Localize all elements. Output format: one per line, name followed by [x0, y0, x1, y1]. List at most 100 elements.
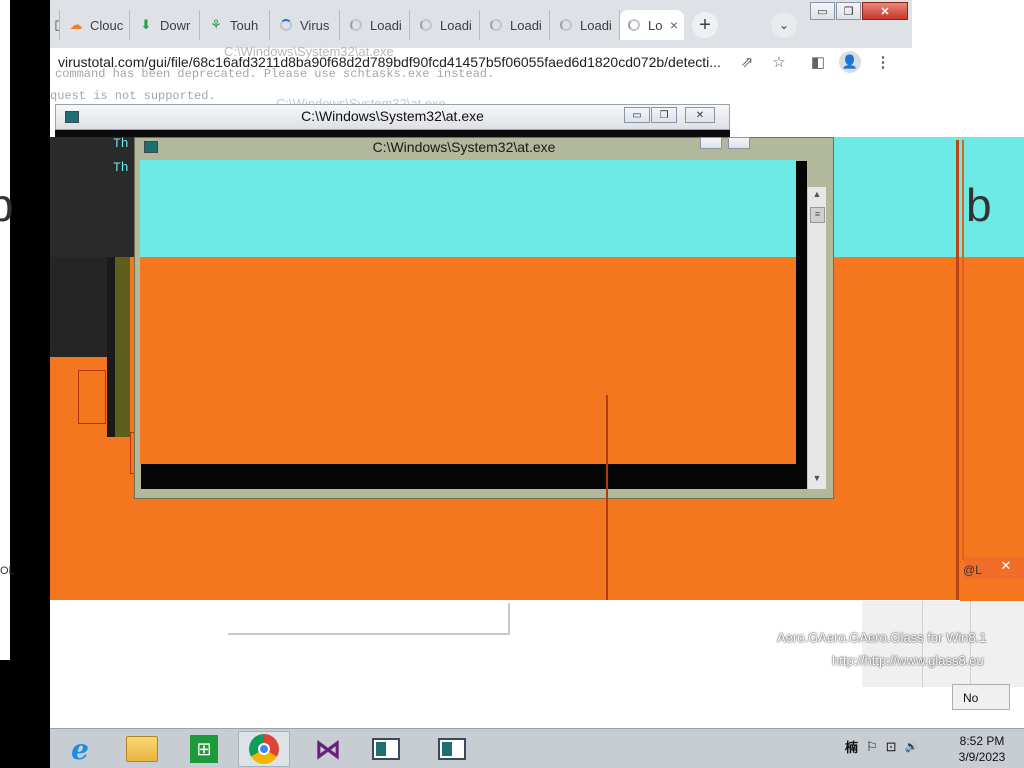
close-button[interactable]: ✕ [862, 2, 908, 20]
loading-spinner-icon [626, 17, 642, 33]
taskbar-console-window-1[interactable] [360, 731, 412, 767]
aero-glass-url: http://http://www.glass8.eu [832, 653, 984, 668]
system-tray: 楠 ⚐ ⊡ 🔊 [845, 737, 918, 756]
tab-label: Loadi [510, 17, 542, 33]
taskbar-internet-explorer[interactable]: e [54, 731, 106, 767]
left-partial-label: OL [0, 565, 15, 577]
store-icon: ⊞ [190, 735, 218, 763]
clock-time: 8:52 PM [959, 734, 1005, 748]
left-edge-background [0, 0, 10, 660]
close-icon[interactable]: ✕ [994, 558, 1018, 576]
scroll-down-arrow-icon[interactable]: ▼ [808, 473, 826, 487]
glitch-cyan-band [140, 160, 796, 257]
cloudflare-icon: ☁ [69, 17, 83, 32]
side-panel-icon[interactable]: ◧ [807, 52, 829, 72]
kebab-menu-icon[interactable]: ⋮ [872, 52, 894, 72]
scroll-up-arrow-icon[interactable]: ▲ [808, 189, 826, 203]
window-edge [228, 603, 510, 635]
maximize-button[interactable]: ❐ [836, 2, 861, 20]
maximize-button[interactable] [728, 137, 750, 149]
ghost-console-line: quest is not supported. [50, 89, 216, 103]
taskbar-clock[interactable]: 8:52 PM 3/9/2023 [950, 733, 1014, 765]
tab-cloudflare[interactable]: ☁ Clouc [62, 10, 130, 40]
tab-loading-3[interactable]: Loadi [482, 10, 550, 40]
ghost-window-title: C:\Windows\System32\at.exe [224, 44, 394, 59]
console-scrollbar[interactable]: ▲ ≡ ▼ [807, 187, 826, 489]
tab-label: Touh [230, 17, 259, 33]
aero-glass-watermark: Aero.GAero.GAero.Glass for Win8.1 [777, 630, 987, 645]
loading-spinner-icon [278, 17, 294, 33]
tab-loading-1[interactable]: Loadi [342, 10, 410, 40]
minimize-button[interactable] [700, 137, 722, 149]
loading-spinner-icon [348, 17, 364, 33]
glitch-vertical-line [962, 140, 964, 560]
action-center-flag-icon[interactable]: ⚐ [866, 739, 878, 755]
tab-active[interactable]: Lo × [620, 10, 684, 40]
tab-label: Loadi [580, 17, 612, 33]
console-window-icon [372, 738, 400, 760]
tab-strip: ▯ ☁ Clouc ⬇ Dowr ⚘ Touh Virus Loadi Load… [50, 0, 912, 48]
close-tab-icon[interactable]: × [670, 17, 678, 33]
ghost-console-line: command has been deprecated. Please use … [55, 67, 495, 81]
glitch-vertical-line [956, 140, 959, 600]
tab-virustotal[interactable]: Virus [272, 10, 340, 40]
tab-label: Clouc [90, 17, 124, 33]
tab-label: Virus [300, 17, 330, 33]
right-partial-glyph: b [966, 179, 992, 231]
tab-label: Dowr [160, 17, 191, 33]
console-text-line: Th [113, 160, 129, 175]
site-icon: ⚘ [210, 17, 222, 32]
minimize-button[interactable]: ▭ [624, 107, 650, 123]
tab-search-button[interactable]: ⌄ [771, 12, 797, 38]
new-tab-button[interactable]: + [692, 12, 718, 38]
console-window-icon [438, 738, 466, 760]
glitch-olive-column [115, 257, 130, 437]
tab-partial[interactable]: ▯ [44, 10, 60, 40]
left-black-corner [0, 660, 50, 768]
tab-loading-4[interactable]: Loadi [552, 10, 620, 40]
no-button[interactable]: No [952, 684, 1010, 710]
taskbar-chrome[interactable] [238, 731, 290, 767]
glitch-vertical-line [606, 395, 608, 601]
share-icon[interactable]: ⇗ [736, 52, 758, 72]
glitch-dark-block [50, 137, 135, 257]
bookmark-star-icon[interactable]: ☆ [768, 52, 790, 72]
left-black-strip [10, 0, 50, 768]
minimize-button[interactable]: ▭ [810, 2, 835, 20]
file-explorer-icon [126, 736, 158, 762]
maximize-button[interactable]: ❐ [651, 107, 677, 123]
glitch-dark-column [107, 257, 115, 437]
console-text-line: Th [113, 136, 129, 151]
glitch-dark-block [50, 257, 107, 357]
taskbar-visual-studio[interactable]: ⋈ [302, 731, 354, 767]
visual-studio-icon: ⋈ [315, 733, 341, 764]
download-icon: ⬇ [140, 17, 152, 32]
tab-download[interactable]: ⬇ Dowr [132, 10, 200, 40]
close-button[interactable]: ✕ [685, 107, 715, 123]
left-partial-glyph: b [0, 179, 14, 231]
profile-avatar-icon[interactable]: 👤 [839, 51, 861, 73]
tab-touhou[interactable]: ⚘ Touh [202, 10, 270, 40]
loading-spinner-icon [418, 17, 434, 33]
tab-label: Loadi [370, 17, 402, 33]
tab-label: Loadi [440, 17, 472, 33]
taskbar: e ⊞ ⋈ 楠 ⚐ ⊡ 🔊 8:52 PM 3/9/2023 [50, 728, 1024, 768]
ime-indicator[interactable]: 楠 [845, 737, 858, 756]
dialog-title: @L [963, 563, 982, 577]
console-title: C:\Windows\System32\at.exe [372, 139, 556, 155]
taskbar-store[interactable]: ⊞ [178, 731, 230, 767]
network-icon[interactable]: ⊡ [886, 739, 897, 755]
scroll-thumb[interactable]: ≡ [810, 207, 825, 223]
loading-spinner-icon [488, 17, 504, 33]
taskbar-file-explorer[interactable] [116, 731, 168, 767]
clock-date: 3/9/2023 [958, 750, 1006, 764]
tab-loading-2[interactable]: Loadi [412, 10, 480, 40]
chrome-icon [249, 734, 279, 764]
taskbar-console-window-2[interactable] [426, 731, 478, 767]
tab-label: Lo [648, 17, 663, 33]
loading-spinner-icon [558, 17, 574, 33]
volume-icon[interactable]: 🔊 [905, 740, 919, 753]
glitch-outline [78, 370, 106, 424]
internet-explorer-icon: e [71, 732, 89, 766]
partial-tab-icon: ▯ [50, 17, 59, 33]
